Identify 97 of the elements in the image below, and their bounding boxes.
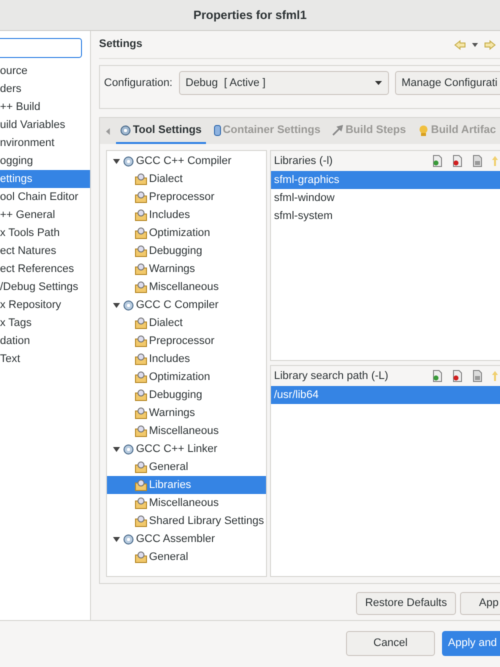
- sidebar-item[interactable]: x Tools Path: [0, 224, 90, 242]
- dropdown-caret-icon[interactable]: [472, 42, 478, 46]
- tab[interactable]: Tool Settings: [116, 118, 206, 144]
- sidebar-item[interactable]: ++ Build: [0, 98, 90, 116]
- folder-gear-icon: [135, 227, 147, 239]
- sidebar-item[interactable]: ect References: [0, 260, 90, 278]
- configuration-label: Configuration:: [104, 76, 172, 91]
- delete-icon[interactable]: [452, 155, 463, 167]
- folder-gear-icon: [135, 173, 147, 185]
- expanded-arrow-icon[interactable]: [113, 302, 120, 308]
- folder-gear-icon: [135, 371, 147, 383]
- apply-and-close-button[interactable]: Apply and: [442, 630, 500, 656]
- dropdown-caret-icon: [374, 81, 382, 85]
- window-title: Properties for sfml1: [193, 7, 307, 24]
- tree-item[interactable]: General: [107, 458, 266, 476]
- tree-item[interactable]: Warnings: [107, 260, 266, 278]
- page-title: Settings: [99, 37, 142, 52]
- list-item[interactable]: sfml-window: [271, 189, 500, 207]
- edit-icon[interactable]: [472, 155, 483, 167]
- folder-gear-icon: [135, 407, 147, 419]
- tree-item[interactable]: Shared Library Settings: [107, 512, 266, 530]
- folder-gear-icon: [135, 497, 147, 509]
- expanded-arrow-icon[interactable]: [113, 158, 120, 164]
- container-icon: [214, 124, 221, 136]
- sidebar-item[interactable]: uild Variables: [0, 116, 90, 134]
- forward-arrow-icon[interactable]: [484, 40, 496, 50]
- tree-item[interactable]: GCC C++ Compiler: [107, 152, 266, 170]
- folder-gear-icon: [135, 479, 147, 491]
- sidebar-item[interactable]: dation: [0, 332, 90, 350]
- tree-item[interactable]: GCC C++ Linker: [107, 440, 266, 458]
- tree-item[interactable]: Preprocessor: [107, 332, 266, 350]
- tree-item[interactable]: Dialect: [107, 314, 266, 332]
- tree-item[interactable]: Includes: [107, 206, 266, 224]
- list-item[interactable]: sfml-system: [271, 207, 500, 225]
- folder-gear-icon: [135, 515, 147, 527]
- tree-item[interactable]: Optimization: [107, 224, 266, 242]
- filter-field[interactable]: [0, 38, 82, 58]
- sidebar-item[interactable]: nvironment: [0, 134, 90, 152]
- tree-item[interactable]: Warnings: [107, 404, 266, 422]
- cancel-button[interactable]: Cancel: [346, 630, 435, 656]
- tree-item[interactable]: General: [107, 548, 266, 566]
- sidebar-item[interactable]: x Repository: [0, 296, 90, 314]
- sidebar-item[interactable]: x Tags: [0, 314, 90, 332]
- gear-icon: [123, 300, 134, 310]
- sidebar-item[interactable]: Text: [0, 350, 90, 368]
- tree-item[interactable]: Debugging: [107, 242, 266, 260]
- folder-gear-icon: [135, 209, 147, 221]
- sidebar-item[interactable]: ders: [0, 80, 90, 98]
- delete-icon[interactable]: [452, 370, 463, 382]
- tree-item[interactable]: Miscellaneous: [107, 422, 266, 440]
- folder-gear-icon: [135, 317, 147, 329]
- list-title: Libraries (-l): [274, 154, 333, 169]
- folder-gear-icon: [135, 263, 147, 275]
- add-icon[interactable]: [432, 370, 443, 382]
- tree-item[interactable]: Miscellaneous: [107, 278, 266, 296]
- sidebar-item[interactable]: ool Chain Editor: [0, 188, 90, 206]
- sidebar-item[interactable]: ogging: [0, 152, 90, 170]
- edit-icon[interactable]: [472, 370, 483, 382]
- manage-configurations-button[interactable]: Manage Configurati: [394, 71, 500, 95]
- tree-item[interactable]: Debugging: [107, 386, 266, 404]
- folder-gear-icon: [135, 353, 147, 365]
- add-icon[interactable]: [432, 155, 443, 167]
- gear-icon: [123, 444, 134, 454]
- folder-gear-icon: [135, 245, 147, 257]
- gear-icon: [123, 156, 134, 166]
- folder-gear-icon: [135, 191, 147, 203]
- tree-item[interactable]: Optimization: [107, 368, 266, 386]
- sidebar-item[interactable]: ettings: [0, 170, 90, 188]
- sidebar-item[interactable]: /Debug Settings: [0, 278, 90, 296]
- folder-gear-icon: [135, 389, 147, 401]
- gear-icon: [120, 124, 131, 136]
- list-item[interactable]: sfml-graphics: [271, 171, 500, 189]
- folder-gear-icon: [135, 551, 147, 563]
- folder-gear-icon: [135, 425, 147, 437]
- tree-item[interactable]: Libraries: [107, 476, 266, 494]
- restore-defaults-button[interactable]: Restore Defaults: [356, 592, 456, 615]
- tree-item[interactable]: Miscellaneous: [107, 494, 266, 512]
- sidebar-item[interactable]: ource: [0, 62, 90, 80]
- tree-item[interactable]: Preprocessor: [107, 188, 266, 206]
- expanded-arrow-icon[interactable]: [113, 446, 120, 452]
- folder-gear-icon: [135, 281, 147, 293]
- back-arrow-icon[interactable]: [454, 40, 466, 50]
- list-title: Library search path (-L): [274, 368, 388, 384]
- tree-item[interactable]: GCC Assembler: [107, 530, 266, 548]
- sidebar-item[interactable]: ect Natures: [0, 242, 90, 260]
- folder-gear-icon: [135, 335, 147, 347]
- folder-gear-icon: [135, 461, 147, 473]
- scroll-left-icon[interactable]: [106, 128, 110, 134]
- configuration-dropdown[interactable]: Debug [ Active ]: [178, 71, 388, 95]
- tree-item[interactable]: Dialect: [107, 170, 266, 188]
- tree-item[interactable]: GCC C Compiler: [107, 296, 266, 314]
- apply-button[interactable]: App: [460, 592, 500, 615]
- tree-item[interactable]: Includes: [107, 350, 266, 368]
- list-item[interactable]: /usr/lib64: [271, 386, 500, 404]
- sidebar-item[interactable]: ++ General: [0, 206, 90, 224]
- gear-icon: [123, 534, 134, 544]
- expanded-arrow-icon[interactable]: [113, 536, 120, 542]
